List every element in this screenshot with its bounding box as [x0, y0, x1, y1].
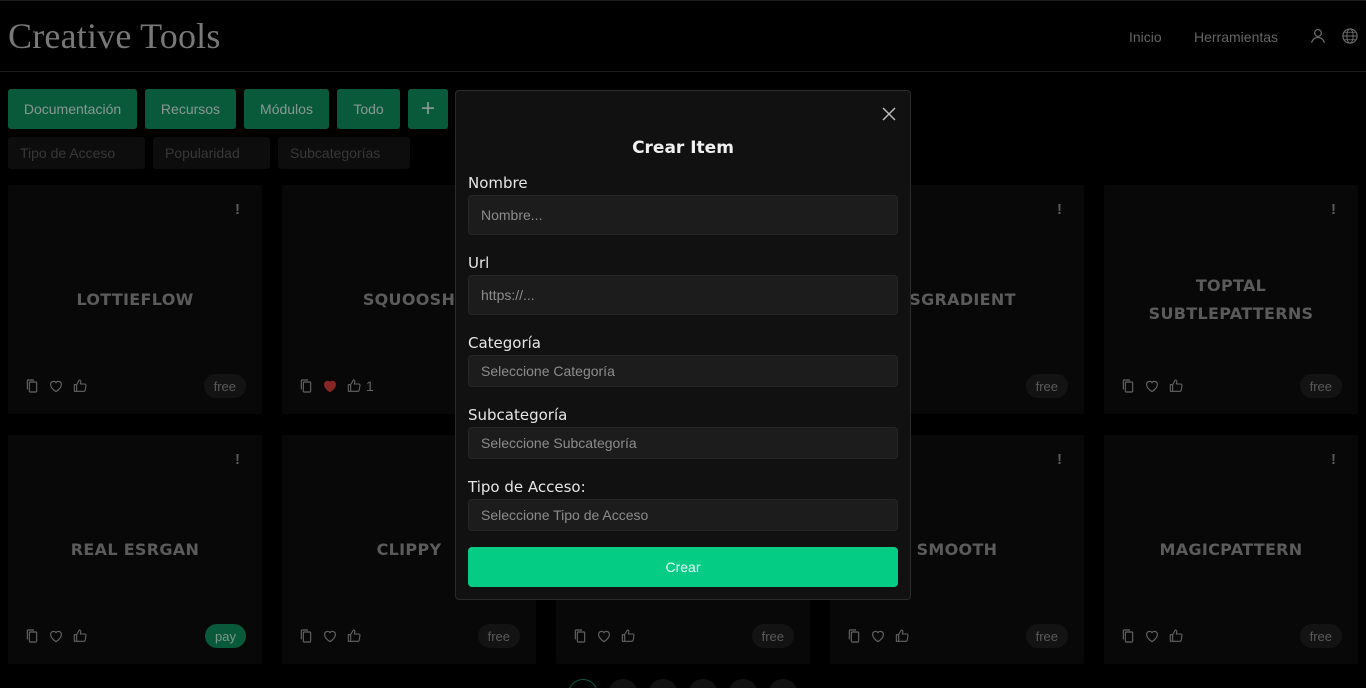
url-input[interactable]	[468, 275, 898, 315]
tipo-acceso-select[interactable]: Seleccione Tipo de Acceso	[468, 499, 898, 531]
subcategoria-select[interactable]: Seleccione Subcategoría	[468, 427, 898, 459]
modal-title: Crear Item	[632, 138, 734, 158]
nombre-input[interactable]	[468, 195, 898, 235]
url-label: Url	[468, 254, 490, 272]
nombre-label: Nombre	[468, 174, 528, 192]
close-icon[interactable]	[880, 105, 898, 123]
categoria-select[interactable]: Seleccione Categoría	[468, 355, 898, 387]
categoria-label: Categoría	[468, 334, 542, 352]
tipo-acceso-label: Tipo de Acceso:	[468, 478, 586, 496]
crear-button[interactable]: Crear	[468, 547, 898, 587]
subcategoria-label: Subcategoría	[468, 406, 568, 424]
create-item-modal: Crear Item Nombre Url Categoría Seleccio…	[455, 90, 911, 600]
